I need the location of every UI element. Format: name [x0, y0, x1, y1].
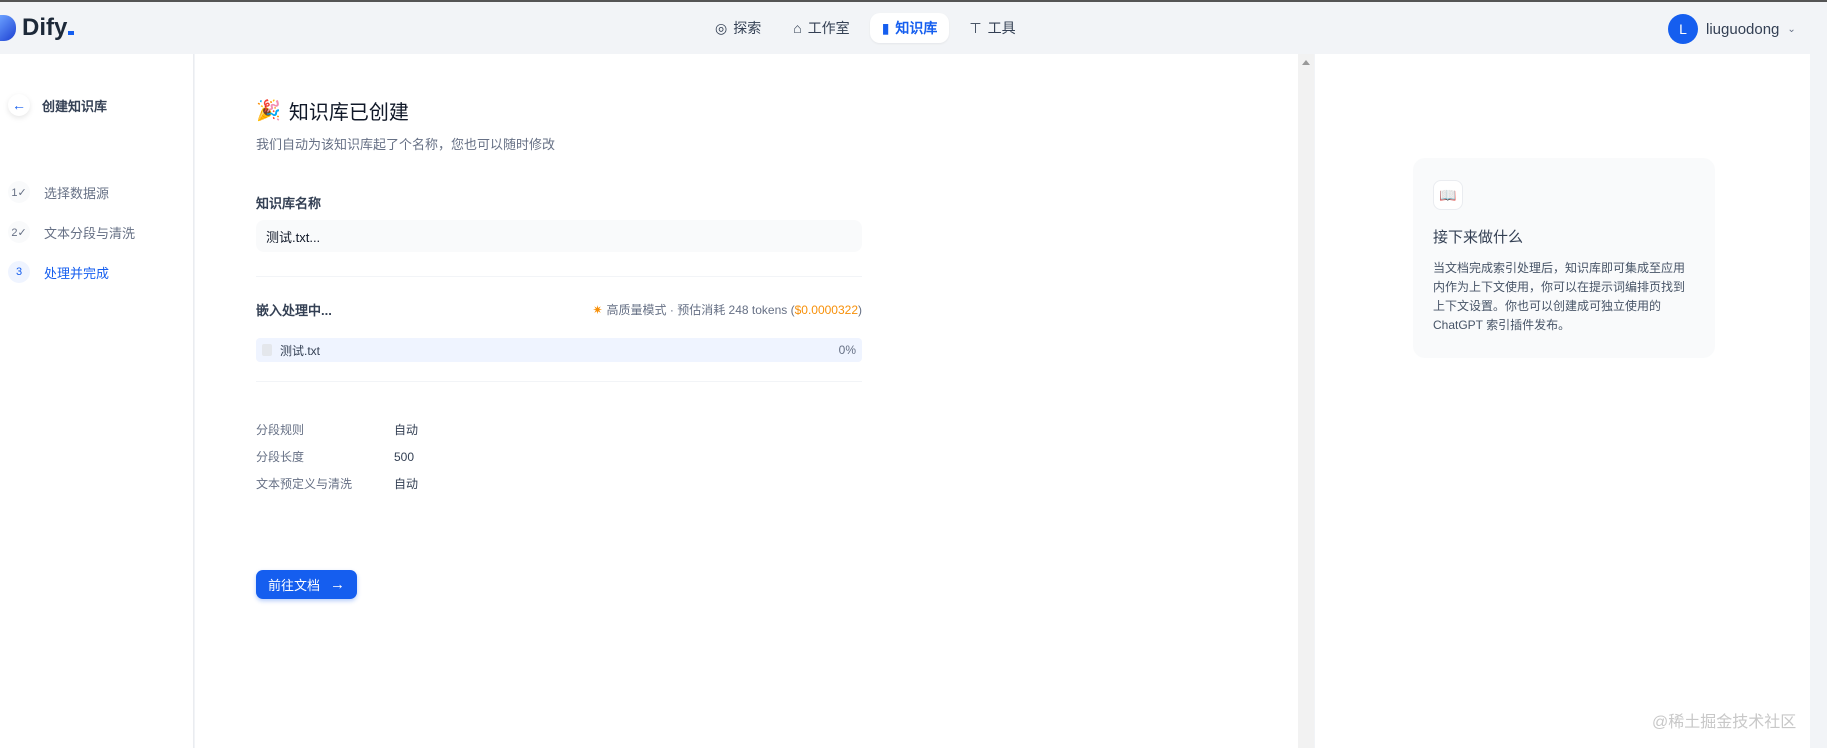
chevron-down-icon: ⌄ — [1787, 23, 1796, 35]
title-text: 知识库已创建 — [288, 102, 409, 124]
nav-explore[interactable]: ◎ 探索 — [703, 13, 773, 43]
page-title: 🎉 知识库已创建 — [256, 96, 409, 125]
back-to-knowledge[interactable]: ← 创建知识库 — [8, 94, 107, 116]
scroll-up-arrow-icon[interactable] — [1302, 60, 1310, 65]
user-name: liuguodong — [1706, 20, 1780, 38]
step-segment-clean: 2✓ 文本分段与清洗 — [8, 212, 135, 252]
knowledge-name-input[interactable] — [256, 220, 862, 252]
rule-row: 文本预定义与清洗 自动 — [256, 470, 418, 497]
step-label: 文本分段与清洗 — [44, 225, 136, 241]
paren-close: ) — [858, 302, 862, 317]
rule-value: 自动 — [394, 423, 419, 437]
card-description: 当文档完成索引处理后，知识库即可集成至应用内作为上下文使用，你可以在提示词编排页… — [1433, 261, 1686, 332]
nav-label: 工作室 — [807, 20, 850, 36]
user-menu[interactable]: L liuguodong ⌄ — [1668, 14, 1796, 44]
step-select-source: 1✓ 选择数据源 — [8, 172, 135, 212]
sparkle-icon: ✷ — [592, 302, 603, 317]
arrow-right-icon: → — [330, 576, 346, 593]
avatar: L — [1668, 14, 1698, 44]
progress-percent: 0% — [838, 343, 856, 357]
hammer-icon: ⊤ — [969, 19, 982, 36]
embedding-info: ✷ 高质量模式 · 预估消耗 248 tokens ($0.0000322) — [592, 301, 862, 318]
logo-text: Dify — [22, 14, 75, 42]
robot-icon: ⌂ — [793, 20, 802, 36]
step-label: 选择数据源 — [44, 185, 110, 201]
rules-summary: 分段规则 自动 分段长度 500 文本预定义与清洗 自动 — [256, 416, 418, 497]
name-label: 知识库名称 — [256, 196, 322, 211]
dify-logo[interactable]: Dify — [0, 14, 75, 42]
nav-knowledge[interactable]: ▮ 知识库 — [869, 13, 950, 43]
rule-value: 自动 — [394, 477, 419, 491]
nav-label: 工具 — [987, 20, 1016, 36]
card-title: 接下来做什么 — [1433, 229, 1524, 246]
open-book-icon: 📖 — [1433, 180, 1463, 210]
divider — [256, 381, 862, 382]
rule-row: 分段规则 自动 — [256, 416, 418, 443]
compass-icon: ◎ — [715, 19, 728, 36]
page-subtitle: 我们自动为该知识库起了个名称，您也可以随时修改 — [256, 137, 556, 152]
main-content: 🎉 知识库已创建 我们自动为该知识库起了个名称，您也可以随时修改 知识库名称 嵌入… — [195, 54, 1298, 748]
next-steps-card: 📖 接下来做什么 当文档完成索引处理后，知识库即可集成至应用内作为上下文使用，你… — [1413, 158, 1715, 358]
scrollbar[interactable] — [1298, 54, 1314, 748]
step-number: 3 — [8, 261, 30, 283]
button-label: 前往文档 — [268, 578, 321, 593]
sidebar-title: 创建知识库 — [42, 98, 108, 114]
embedding-cost: $0.0000322 — [794, 302, 858, 317]
go-to-documents-button[interactable]: 前往文档 → — [256, 570, 358, 599]
rule-key: 分段规则 — [256, 423, 305, 437]
rule-key: 文本预定义与清洗 — [256, 477, 353, 491]
right-edge — [1810, 105, 1827, 748]
book-icon: ▮ — [881, 19, 890, 36]
step-check: 2✓ — [8, 221, 30, 243]
next-steps-panel: 📖 接下来做什么 当文档完成索引处理后，知识库即可集成至应用内作为上下文使用，你… — [1315, 54, 1810, 748]
logo-mark-icon — [0, 15, 16, 41]
file-icon — [262, 344, 272, 356]
nav-label: 知识库 — [895, 20, 938, 36]
nav-tools[interactable]: ⊤ 工具 — [957, 13, 1027, 43]
arrow-left-icon[interactable]: ← — [8, 94, 30, 116]
nav-studio[interactable]: ⌂ 工作室 — [781, 13, 861, 43]
rule-key: 分段长度 — [256, 450, 305, 464]
steps-sidebar: ← 创建知识库 1✓ 选择数据源 2✓ 文本分段与清洗 3 处理并完成 — [0, 54, 194, 748]
nav-label: 探索 — [733, 20, 762, 36]
divider — [256, 276, 862, 277]
file-name: 测试.txt — [280, 343, 321, 358]
embedding-status: 嵌入处理中... ✷ 高质量模式 · 预估消耗 248 tokens ($0.00… — [256, 300, 862, 319]
step-label: 处理并完成 — [44, 265, 110, 281]
main-nav: ◎ 探索 ⌂ 工作室 ▮ 知识库 ⊤ 工具 — [703, 13, 1028, 43]
step-check: 1✓ — [8, 181, 30, 203]
rule-value: 500 — [394, 449, 415, 464]
step-list: 1✓ 选择数据源 2✓ 文本分段与清洗 3 处理并完成 — [8, 172, 135, 292]
step-process-finish: 3 处理并完成 — [8, 252, 135, 292]
rule-row: 分段长度 500 — [256, 443, 418, 470]
top-header: Dify ◎ 探索 ⌂ 工作室 ▮ 知识库 ⊤ 工具 L liuguodong ⌄ — [0, 2, 1827, 54]
party-popper-icon: 🎉 — [256, 100, 281, 122]
file-progress-row: 测试.txt 0% — [256, 338, 862, 362]
embedding-mode: 高质量模式 · 预估消耗 248 tokens ( — [606, 303, 795, 317]
embedding-title: 嵌入处理中... — [256, 303, 332, 318]
watermark: @稀土掘金技术社区 — [1652, 714, 1797, 731]
